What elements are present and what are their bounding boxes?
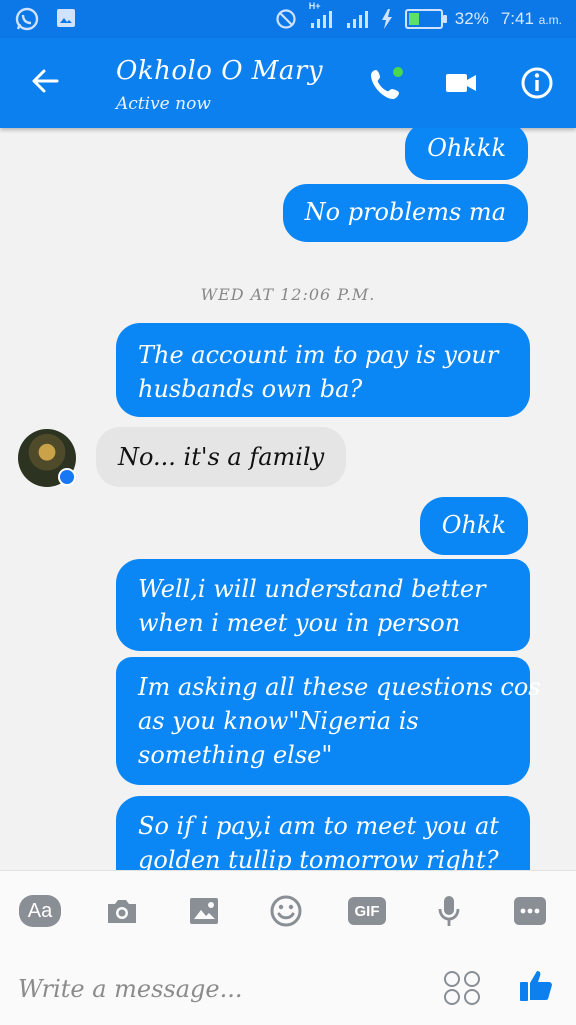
gif-button[interactable]: GIF (348, 897, 386, 925)
message-in[interactable]: No... it's a family (96, 427, 347, 487)
whatsapp-icon (14, 6, 40, 32)
do-not-disturb-icon (275, 8, 297, 30)
charging-icon (381, 9, 393, 29)
clock-time: 7:41 (500, 9, 534, 28)
message-out[interactable]: So if i pay,i am to meet you at golden t… (116, 796, 530, 870)
chat-header: Okholo O Mary Active now (0, 38, 576, 128)
messenger-badge-icon (58, 468, 76, 486)
status-bar: H+ 32% 7:41 a.m. (0, 0, 576, 38)
back-arrow-icon[interactable] (30, 66, 60, 100)
message-out[interactable]: No problems ma (282, 184, 528, 242)
message-input[interactable]: Write a message... (18, 967, 398, 1011)
sticker-smiley-icon[interactable] (266, 891, 306, 931)
active-status: Active now (116, 94, 211, 114)
network-type: H+ (308, 1, 321, 11)
clock-ampm: a.m. (538, 13, 562, 27)
clock: 7:41 a.m. (501, 9, 562, 29)
more-options-icon[interactable] (514, 897, 546, 925)
thumbs-up-like-icon[interactable] (518, 967, 554, 1007)
battery-icon (404, 9, 447, 29)
contact-name[interactable]: Okholo O Mary (116, 56, 323, 86)
message-line: Well,i will understand better (138, 575, 486, 603)
phone-call-icon[interactable] (368, 66, 404, 106)
message-line: Im asking all these questions cos (138, 673, 541, 701)
gallery-icon[interactable] (184, 891, 224, 931)
message-out[interactable]: The account im to pay is your husbands o… (116, 323, 530, 417)
signal-hplus-icon: H+ (309, 1, 333, 29)
message-line: husbands own ba? (138, 375, 363, 403)
microphone-icon[interactable] (429, 891, 469, 931)
message-line: golden tullip tomorrow right? (138, 846, 499, 870)
text-format-button[interactable]: Aa (19, 895, 61, 927)
message-line: The account im to pay is your (138, 341, 499, 369)
message-out[interactable]: Ohkkk (405, 128, 528, 180)
composer: Aa GIF Write a message... (0, 870, 576, 1025)
message-out[interactable]: Well,i will understand better when i mee… (116, 559, 530, 651)
video-call-icon[interactable] (444, 66, 478, 104)
emoji-icon[interactable] (444, 971, 482, 1005)
message-line: as you know"Nigeria is (138, 707, 419, 735)
message-out[interactable]: Im asking all these questions cos as you… (116, 657, 541, 785)
message-line: when i meet you in person (138, 609, 461, 637)
camera-icon[interactable] (102, 891, 142, 931)
message-line: something else" (138, 741, 333, 769)
message-out[interactable]: Ohkk (419, 497, 528, 555)
message-thread[interactable]: Ohkkk No problems ma WED AT 12:06 P.M. T… (0, 128, 576, 870)
info-icon[interactable] (520, 66, 554, 104)
battery-percent: 32% (454, 9, 489, 28)
gallery-notification-icon (54, 6, 78, 32)
message-line: So if i pay,i am to meet you at (138, 812, 499, 840)
timestamp-divider: WED AT 12:06 P.M. (200, 285, 376, 304)
signal-bars-icon (345, 9, 369, 29)
